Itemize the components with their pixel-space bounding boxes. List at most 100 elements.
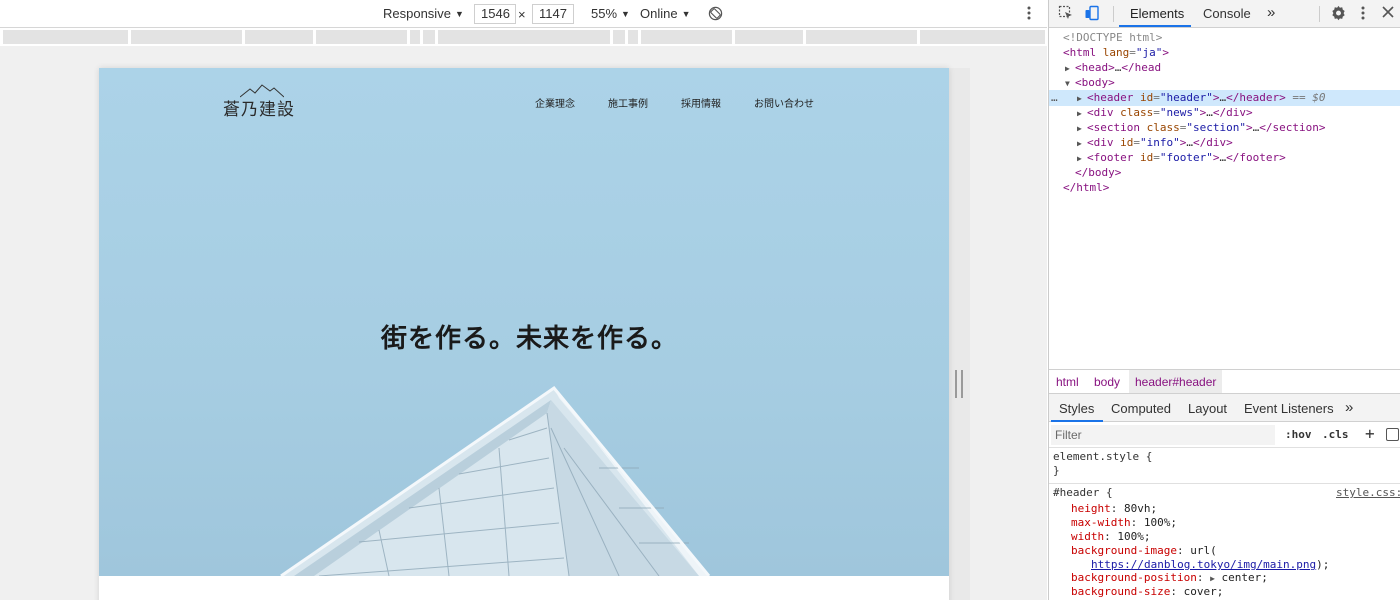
- dom-node-section[interactable]: ▶ <section class="section">…</section>: [1077, 120, 1325, 136]
- tag-name: header: [1239, 91, 1280, 104]
- dom-node-body[interactable]: ▼ <body>: [1065, 75, 1115, 91]
- media-query-segment[interactable]: [628, 30, 638, 44]
- expand-triangle-icon[interactable]: ▶: [1077, 121, 1087, 136]
- settings-gear-icon[interactable]: [1330, 5, 1348, 23]
- styles-tab-bar: Styles Computed Layout Event Listeners »: [1049, 394, 1400, 422]
- expand-triangle-icon[interactable]: ▶: [1077, 151, 1087, 166]
- devtools-menu-icon[interactable]: [1358, 4, 1376, 22]
- expand-triangle-icon[interactable]: ▶: [1065, 61, 1075, 76]
- dom-node-header-selected[interactable]: … ▶ <header id="header">…</header> == $0: [1049, 90, 1400, 106]
- device-viewport-pane: Responsive▼ 1546 × 1147 55%▼ Online▼: [0, 0, 1047, 600]
- styles-filter-input[interactable]: [1051, 425, 1275, 445]
- expand-triangle-icon[interactable]: ▶: [1077, 136, 1087, 151]
- media-query-segment[interactable]: [806, 30, 917, 44]
- media-query-segment[interactable]: [641, 30, 732, 44]
- dom-doctype[interactable]: <!DOCTYPE html>: [1063, 30, 1162, 45]
- zoom-dropdown[interactable]: 55% ▼: [591, 5, 630, 23]
- dom-html-close[interactable]: </html>: [1063, 180, 1109, 195]
- css-declaration[interactable]: background-size: cover;: [1071, 585, 1223, 599]
- css-declaration[interactable]: background-position: ▶ center;: [1071, 571, 1268, 586]
- device-width-input[interactable]: 1546: [474, 4, 516, 24]
- new-style-rule-icon[interactable]: +: [1365, 424, 1375, 443]
- prop-value: cover;: [1183, 585, 1224, 598]
- css-declaration[interactable]: height: 80vh;: [1071, 502, 1157, 516]
- more-tabs-icon[interactable]: »: [1267, 4, 1275, 21]
- css-declaration[interactable]: width: 100%;: [1071, 530, 1151, 544]
- class-toggle[interactable]: .cls: [1322, 428, 1349, 441]
- more-options-icon[interactable]: [1024, 5, 1034, 26]
- breadcrumb-html[interactable]: html: [1056, 375, 1079, 389]
- dom-node-html[interactable]: <html lang="ja">: [1063, 45, 1169, 60]
- tab-console[interactable]: Console: [1203, 6, 1251, 21]
- css-declaration[interactable]: background-image: url(: [1071, 544, 1217, 558]
- dom-node-head[interactable]: ▶ <head>…</head: [1065, 60, 1161, 76]
- rotate-icon[interactable]: [708, 6, 723, 26]
- element-style-selector[interactable]: element.style {: [1053, 450, 1152, 464]
- breadcrumb-header[interactable]: header#header: [1129, 370, 1223, 393]
- devtools-tab-bar: Elements Console »: [1049, 0, 1400, 28]
- prop-name: max-width: [1071, 516, 1131, 529]
- nav-item-contact[interactable]: お問い合わせ: [754, 99, 814, 110]
- network-throttle-dropdown[interactable]: Online ▼: [640, 5, 691, 23]
- styles-rules-pane: element.style { } #header { style.css: h…: [1049, 448, 1400, 600]
- device-height-input[interactable]: 1147: [532, 4, 574, 24]
- media-query-segment[interactable]: [316, 30, 407, 44]
- viewport-gutter: [949, 68, 970, 600]
- tag-name: div: [1093, 106, 1114, 119]
- more-tabs-icon[interactable]: »: [1345, 399, 1353, 416]
- tag-name: section: [1093, 121, 1140, 134]
- media-query-segment[interactable]: [920, 30, 1045, 44]
- dom-node-div-info[interactable]: ▶ <div id="info">…</div>: [1077, 135, 1233, 151]
- site-logo[interactable]: 蒼乃建設: [223, 84, 303, 120]
- attr-value: info: [1146, 136, 1174, 149]
- media-query-segment[interactable]: [410, 30, 420, 44]
- tag-name: head: [1134, 61, 1162, 74]
- rule-source-link[interactable]: style.css:: [1336, 486, 1400, 500]
- nav-item-philosophy[interactable]: 企業理念: [535, 99, 575, 110]
- expand-triangle-icon[interactable]: ▶: [1077, 91, 1087, 106]
- close-icon[interactable]: [1382, 6, 1400, 24]
- rule-selector[interactable]: #header {: [1053, 486, 1113, 500]
- breadcrumb-body[interactable]: body: [1094, 375, 1120, 389]
- attr-name: id: [1140, 91, 1154, 104]
- dom-node-footer[interactable]: ▶ <footer id="footer">…</footer>: [1077, 150, 1286, 166]
- media-query-segment[interactable]: [613, 30, 625, 44]
- tab-computed[interactable]: Computed: [1111, 401, 1171, 416]
- hover-state-toggle[interactable]: :hov: [1285, 428, 1312, 441]
- toolbar-divider: [1319, 6, 1320, 22]
- background-image-url-link[interactable]: https://danblog.tokyo/img/main.png: [1091, 558, 1316, 571]
- tab-event-listeners[interactable]: Event Listeners: [1244, 401, 1334, 416]
- expand-triangle-icon[interactable]: ▶: [1210, 574, 1215, 583]
- dom-body-close[interactable]: </body>: [1075, 165, 1121, 180]
- background-url-line: https://danblog.tokyo/img/main.png);: [1091, 558, 1329, 572]
- nav-item-works[interactable]: 施工事例: [608, 99, 648, 110]
- collapse-triangle-icon[interactable]: ▼: [1065, 76, 1075, 91]
- devtools-panel: Elements Console » <!DOCTYPE html> <html…: [1048, 0, 1400, 600]
- toggle-sidebar-icon[interactable]: [1386, 428, 1399, 441]
- chevron-down-icon: ▼: [681, 9, 691, 19]
- hero-header: 蒼乃建設 企業理念 施工事例 採用情報 お問い合わせ 街を作る。未来を作る。: [99, 68, 949, 576]
- expand-triangle-icon[interactable]: ▶: [1077, 106, 1087, 121]
- media-query-segment[interactable]: [245, 30, 313, 44]
- node-actions-dots-icon[interactable]: …: [1051, 90, 1058, 105]
- tab-styles[interactable]: Styles: [1059, 401, 1094, 416]
- tag-name: header: [1093, 91, 1134, 104]
- device-toolbar-toggle-icon[interactable]: [1084, 5, 1102, 23]
- media-query-segment[interactable]: [3, 30, 128, 44]
- media-query-segment[interactable]: [438, 30, 610, 44]
- tab-layout[interactable]: Layout: [1188, 401, 1227, 416]
- prop-value: url(: [1190, 544, 1217, 557]
- attr-name: id: [1140, 151, 1154, 164]
- inspect-element-icon[interactable]: [1058, 5, 1076, 23]
- nav-item-recruit[interactable]: 採用情報: [681, 99, 721, 110]
- media-query-segment[interactable]: [131, 30, 242, 44]
- viewport-resize-handle[interactable]: [955, 370, 963, 398]
- media-query-segment[interactable]: [423, 30, 435, 44]
- tag-name: div: [1226, 106, 1246, 119]
- dom-node-div-news[interactable]: ▶ <div class="news">…</div>: [1077, 105, 1253, 121]
- css-declaration[interactable]: max-width: 100%;: [1071, 516, 1177, 530]
- attr-value: section: [1192, 121, 1240, 134]
- media-query-segment[interactable]: [735, 30, 803, 44]
- tab-elements[interactable]: Elements: [1130, 6, 1184, 21]
- device-mode-dropdown[interactable]: Responsive ▼: [383, 5, 464, 23]
